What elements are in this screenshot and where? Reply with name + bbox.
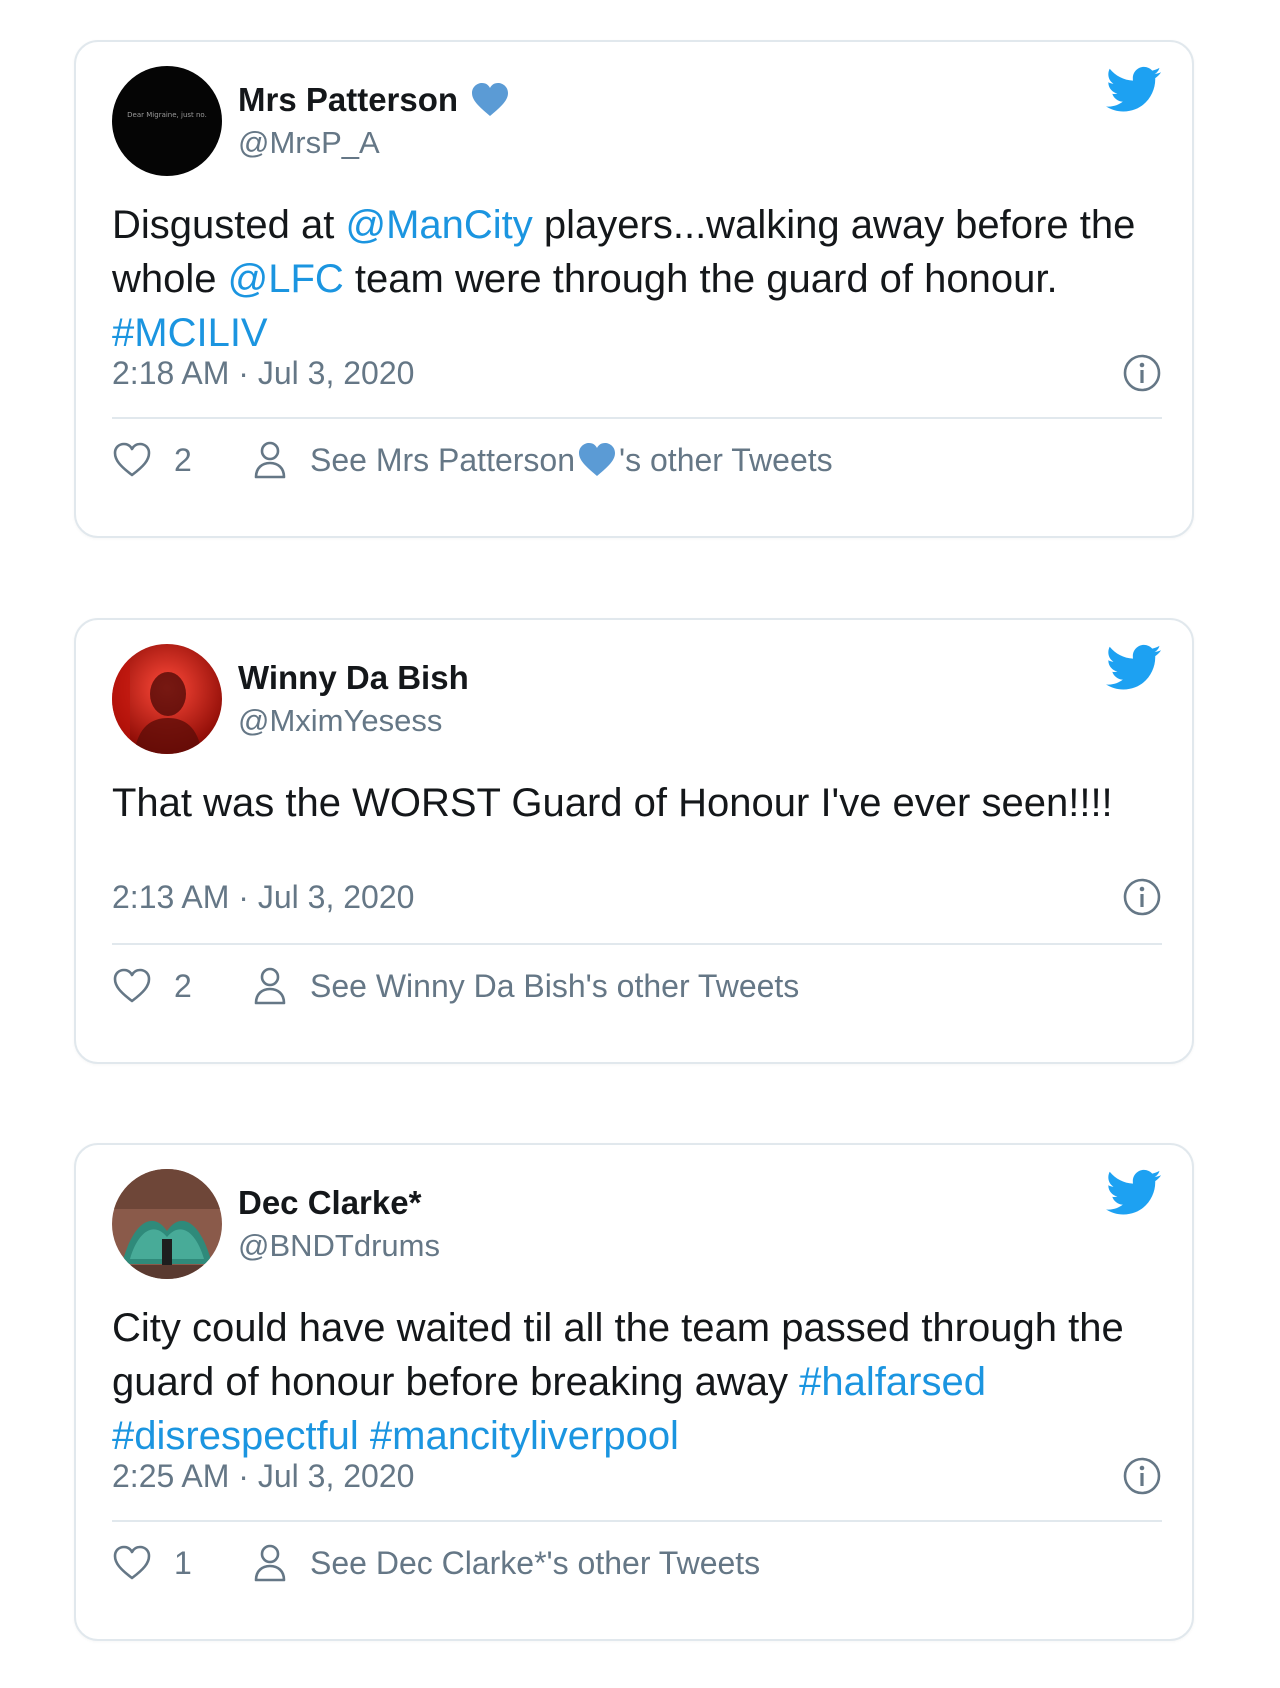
tweet-actions: 2 See Winny Da Bish's other Tweets: [112, 961, 1162, 1011]
tweet-meta: 2:25 AM · Jul 3, 2020: [112, 1451, 1162, 1501]
heart-outline-icon[interactable]: [112, 1544, 152, 1582]
divider: [112, 1520, 1162, 1522]
mention-link[interactable]: @LFC: [228, 257, 344, 301]
handle[interactable]: @MximYesess: [238, 700, 469, 742]
tweet-text: Disgusted at @ManCity players...walking …: [112, 198, 1162, 360]
see-other-suffix: 's other Tweets: [546, 1545, 761, 1581]
like-count: 2: [174, 442, 192, 478]
text-segment: team were through the guard of honour.: [343, 257, 1058, 301]
handle[interactable]: @MrsP_A: [238, 122, 510, 164]
see-other-suffix: 's other Tweets: [619, 442, 833, 478]
info-icon[interactable]: [1122, 353, 1162, 393]
avatar[interactable]: Dear Migraine, just no.: [112, 66, 222, 176]
twitter-bird-icon[interactable]: [1106, 1169, 1162, 1217]
blue-heart-icon: [472, 83, 509, 116]
tweet-header: Winny Da Bish @MximYesess: [112, 644, 1162, 754]
divider: [112, 943, 1162, 945]
like-count: 2: [174, 968, 192, 1004]
tweet-card-mrs-patterson[interactable]: Dear Migraine, just no. Mrs Patterson @M…: [74, 40, 1194, 538]
see-other-tweets-link[interactable]: See Mrs Patterson 's other Tweets: [310, 435, 833, 485]
text-segment: That was the WORST Guard of Honour I've …: [112, 781, 1113, 825]
info-icon[interactable]: [1122, 1456, 1162, 1496]
tweet-text: That was the WORST Guard of Honour I've …: [112, 776, 1162, 830]
twitter-bird-icon[interactable]: [1106, 66, 1162, 114]
display-name[interactable]: Mrs Patterson: [238, 80, 458, 120]
twitter-bird-icon[interactable]: [1106, 644, 1162, 692]
mention-link[interactable]: @ManCity: [345, 203, 532, 247]
see-other-suffix: 's other Tweets: [585, 968, 800, 1004]
person-icon: [254, 1544, 286, 1582]
display-name[interactable]: Dec Clarke*: [238, 1183, 421, 1223]
like-count: 1: [174, 1545, 192, 1581]
tweet-header: Dec Clarke* @BNDTdrums: [112, 1169, 1162, 1279]
tweet-text: City could have waited til all the team …: [112, 1301, 1162, 1463]
timestamp[interactable]: 2:18 AM · Jul 3, 2020: [112, 355, 414, 391]
see-other-prefix: See Winny Da Bish: [310, 968, 586, 1004]
person-icon: [254, 967, 286, 1005]
tweet-card-dec-clarke[interactable]: Dec Clarke* @BNDTdrums City could have w…: [74, 1143, 1194, 1641]
avatar-text: Dear Migraine, just no.: [127, 111, 207, 119]
tweet-meta: 2:13 AM · Jul 3, 2020: [112, 872, 1162, 922]
info-icon[interactable]: [1122, 877, 1162, 917]
handle[interactable]: @BNDTdrums: [238, 1225, 440, 1267]
display-name[interactable]: Winny Da Bish: [238, 658, 469, 698]
see-other-tweets-link[interactable]: See Dec Clarke*'s other Tweets: [310, 1538, 760, 1588]
timestamp[interactable]: 2:13 AM · Jul 3, 2020: [112, 879, 414, 915]
tweet-header: Dear Migraine, just no. Mrs Patterson @M…: [112, 66, 1162, 176]
divider: [112, 417, 1162, 419]
text-segment: Disgusted at: [112, 203, 346, 247]
heart-outline-icon[interactable]: [112, 967, 152, 1005]
tweet-meta: 2:18 AM · Jul 3, 2020: [112, 348, 1162, 398]
tweet-actions: 1 See Dec Clarke*'s other Tweets: [112, 1538, 1162, 1588]
hashtag-link[interactable]: #halfarsed: [799, 1360, 986, 1404]
see-other-tweets-link[interactable]: See Winny Da Bish's other Tweets: [310, 961, 799, 1011]
blue-heart-icon: [579, 443, 615, 476]
avatar[interactable]: [112, 644, 222, 754]
avatar[interactable]: [112, 1169, 222, 1279]
person-icon: [254, 441, 286, 479]
tweet-card-winny-da-bish[interactable]: Winny Da Bish @MximYesess That was the W…: [74, 618, 1194, 1064]
tweet-actions: 2 See Mrs Patterson 's other Tweets: [112, 435, 1162, 485]
see-other-prefix: See Mrs Patterson: [310, 442, 575, 478]
timestamp[interactable]: 2:25 AM · Jul 3, 2020: [112, 1458, 414, 1494]
see-other-prefix: See Dec Clarke*: [310, 1545, 547, 1581]
heart-outline-icon[interactable]: [112, 441, 152, 479]
